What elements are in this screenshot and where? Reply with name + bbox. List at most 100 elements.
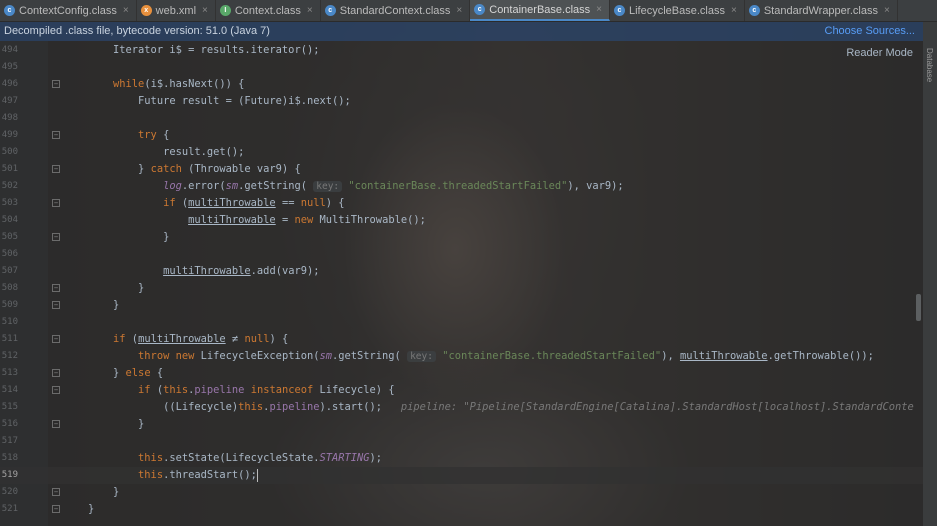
- fold-icon[interactable]: −: [52, 335, 60, 343]
- code-line[interactable]: 498: [0, 110, 923, 127]
- code-line[interactable]: 504 multiThrowable = new MultiThrowable(…: [0, 212, 923, 229]
- code-text[interactable]: this.threadStart();: [88, 467, 258, 484]
- code-line[interactable]: 514 if (this.pipeline instanceof Lifecyc…: [0, 382, 923, 399]
- code-text[interactable]: multiThrowable = new MultiThrowable();: [88, 212, 426, 229]
- line-number[interactable]: 508: [0, 280, 18, 297]
- code-line[interactable]: 502 log.error(sm.getString( key: "contai…: [0, 178, 923, 195]
- code-text[interactable]: this.setState(LifecycleState.STARTING);: [88, 450, 382, 467]
- fold-icon[interactable]: −: [52, 301, 60, 309]
- line-number[interactable]: 518: [0, 450, 18, 467]
- tab-lifecyclebase-class[interactable]: c LifecycleBase.class ×: [610, 0, 745, 21]
- tab-containerbase-class[interactable]: c ContainerBase.class ×: [470, 0, 610, 21]
- line-number[interactable]: 516: [0, 416, 18, 433]
- code-line[interactable]: 513 } else {−: [0, 365, 923, 382]
- database-tool-button[interactable]: Database: [925, 48, 934, 82]
- code-text[interactable]: if (multiThrowable == null) {: [88, 195, 344, 212]
- code-line[interactable]: 503 if (multiThrowable == null) { −: [0, 195, 923, 212]
- line-number[interactable]: 521: [0, 501, 18, 518]
- tab-web-xml[interactable]: x web.xml ×: [137, 0, 216, 21]
- line-number[interactable]: 501: [0, 161, 18, 178]
- code-line[interactable]: 518 this.setState(LifecycleState.STARTIN…: [0, 450, 923, 467]
- fold-icon[interactable]: −: [52, 420, 60, 428]
- tab-standardcontext-class[interactable]: c StandardContext.class ×: [321, 0, 471, 21]
- fold-icon[interactable]: −: [52, 80, 60, 88]
- code-line[interactable]: 520 } −: [0, 484, 923, 501]
- line-number[interactable]: 495: [0, 59, 18, 76]
- code-text[interactable]: if (this.pipeline instanceof Lifecycle) …: [88, 382, 395, 399]
- close-icon[interactable]: ×: [202, 5, 208, 16]
- fold-icon[interactable]: −: [52, 505, 60, 513]
- choose-sources-link[interactable]: Choose Sources...: [825, 22, 916, 41]
- fold-icon[interactable]: −: [52, 131, 60, 139]
- line-number[interactable]: 503: [0, 195, 18, 212]
- code-text[interactable]: while(i$.hasNext()) {: [88, 76, 244, 93]
- code-line[interactable]: 519 this.threadStart();: [0, 467, 923, 484]
- line-number[interactable]: 502: [0, 178, 18, 195]
- line-number[interactable]: 520: [0, 484, 18, 501]
- line-number[interactable]: 504: [0, 212, 18, 229]
- code-line[interactable]: 505 } −: [0, 229, 923, 246]
- code-line[interactable]: 517: [0, 433, 923, 450]
- code-line[interactable]: 497 Future result = (Future)i$.next();: [0, 93, 923, 110]
- line-number[interactable]: 515: [0, 399, 18, 416]
- line-number[interactable]: 514: [0, 382, 18, 399]
- code-text[interactable]: throw new LifecycleException(sm.getStrin…: [88, 348, 874, 365]
- code-line[interactable]: 506: [0, 246, 923, 263]
- code-line[interactable]: 512 throw new LifecycleException(sm.getS…: [0, 348, 923, 365]
- code-text[interactable]: ((Lifecycle)this.pipeline).start(); pipe…: [88, 399, 914, 416]
- code-text[interactable]: Future result = (Future)i$.next();: [88, 93, 351, 110]
- close-icon[interactable]: ×: [596, 4, 602, 15]
- tab-context-class[interactable]: I Context.class ×: [216, 0, 321, 21]
- code-line[interactable]: 501 } catch (Throwable var9) { −: [0, 161, 923, 178]
- code-line[interactable]: 499 try { −: [0, 127, 923, 144]
- code-text[interactable]: }: [88, 280, 144, 297]
- code-text[interactable]: Iterator i$ = results.iterator();: [88, 42, 319, 59]
- reader-mode-toggle[interactable]: Reader Mode: [846, 47, 913, 59]
- line-number[interactable]: 513: [0, 365, 18, 382]
- code-text[interactable]: multiThrowable.add(var9);: [88, 263, 319, 280]
- line-number[interactable]: 498: [0, 110, 18, 127]
- line-number[interactable]: 500: [0, 144, 18, 161]
- code-line[interactable]: 516 } −: [0, 416, 923, 433]
- line-number[interactable]: 510: [0, 314, 18, 331]
- fold-icon[interactable]: −: [52, 284, 60, 292]
- line-number[interactable]: 506: [0, 246, 18, 263]
- line-number[interactable]: 512: [0, 348, 18, 365]
- fold-icon[interactable]: −: [52, 488, 60, 496]
- code-line[interactable]: 496 while(i$.hasNext()) { −: [0, 76, 923, 93]
- code-text[interactable]: }: [88, 229, 169, 246]
- line-number[interactable]: 499: [0, 127, 18, 144]
- code-line[interactable]: 515 ((Lifecycle)this.pipeline).start(); …: [0, 399, 923, 416]
- line-number[interactable]: 507: [0, 263, 18, 280]
- code-line[interactable]: 510: [0, 314, 923, 331]
- line-number[interactable]: 509: [0, 297, 18, 314]
- editor-scrollbar-thumb[interactable]: [916, 294, 921, 321]
- line-number[interactable]: 505: [0, 229, 18, 246]
- close-icon[interactable]: ×: [123, 5, 129, 16]
- tab-standardwrapper-class[interactable]: c StandardWrapper.class ×: [745, 0, 898, 21]
- fold-icon[interactable]: −: [52, 386, 60, 394]
- line-number[interactable]: 494: [0, 42, 18, 59]
- code-text[interactable]: try {: [88, 127, 169, 144]
- code-text[interactable]: }: [88, 297, 119, 314]
- line-number[interactable]: 497: [0, 93, 18, 110]
- fold-icon[interactable]: −: [52, 199, 60, 207]
- fold-icon[interactable]: −: [52, 165, 60, 173]
- code-line[interactable]: 494 Iterator i$ = results.iterator();: [0, 42, 923, 59]
- code-text[interactable]: log.error(sm.getString( key: "containerB…: [88, 178, 624, 195]
- code-text[interactable]: result.get();: [88, 144, 244, 161]
- close-icon[interactable]: ×: [884, 5, 890, 16]
- close-icon[interactable]: ×: [307, 5, 313, 16]
- close-icon[interactable]: ×: [456, 5, 462, 16]
- line-number[interactable]: 519: [0, 467, 18, 484]
- code-line[interactable]: 507 multiThrowable.add(var9);: [0, 263, 923, 280]
- code-line[interactable]: 500 result.get();: [0, 144, 923, 161]
- close-icon[interactable]: ×: [731, 5, 737, 16]
- tab-contextconfig-class[interactable]: c ContextConfig.class ×: [0, 0, 137, 21]
- code-text[interactable]: } catch (Throwable var9) {: [88, 161, 301, 178]
- line-number[interactable]: 496: [0, 76, 18, 93]
- code-text[interactable]: }: [88, 416, 144, 433]
- code-line[interactable]: 495: [0, 59, 923, 76]
- code-text[interactable]: }: [88, 501, 94, 518]
- fold-icon[interactable]: −: [52, 369, 60, 377]
